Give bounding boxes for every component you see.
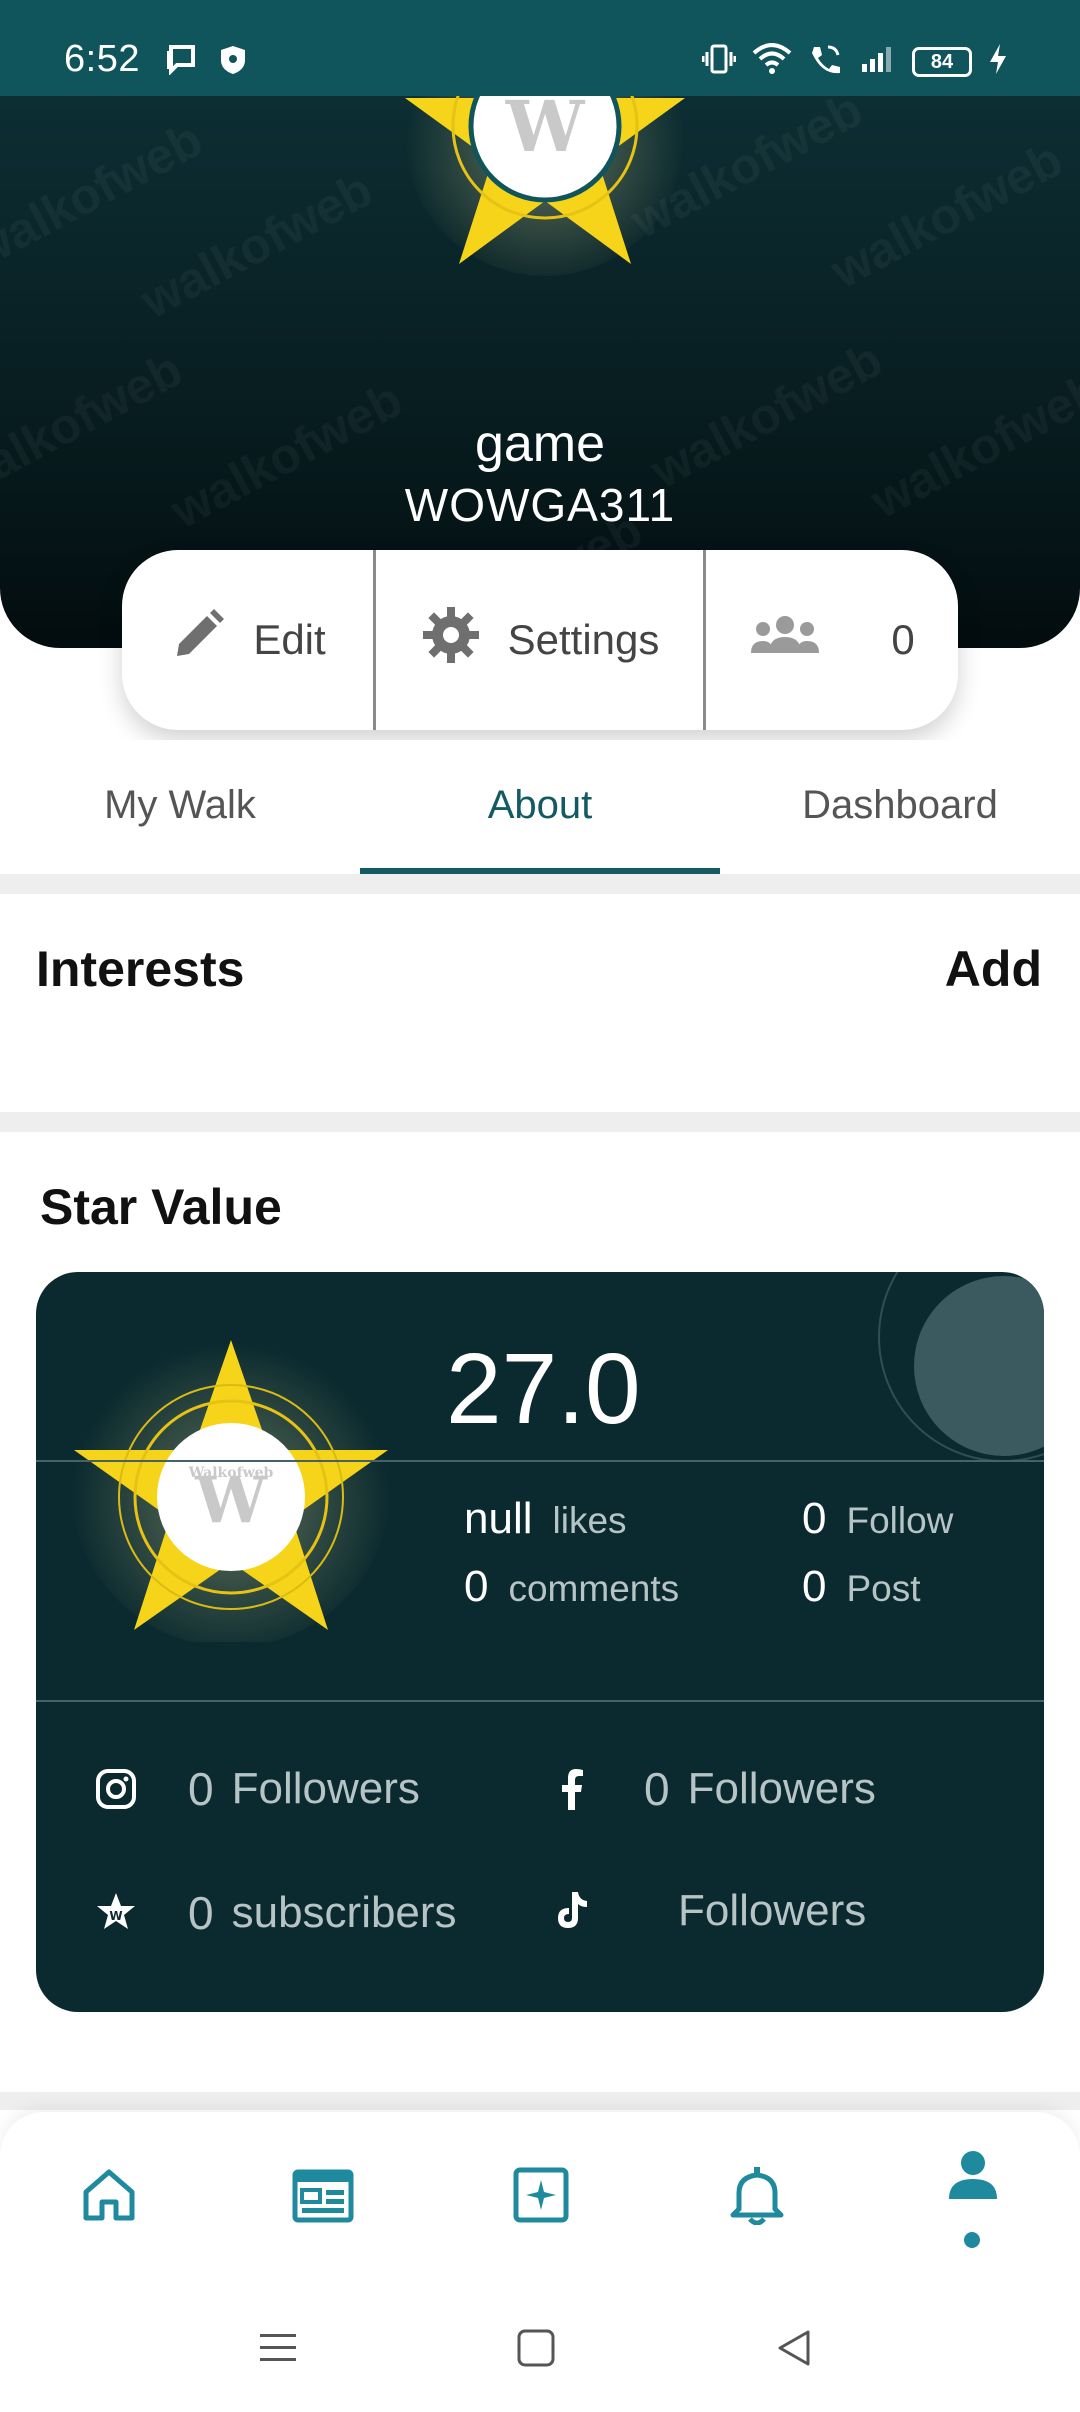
svg-text:W: W bbox=[505, 96, 586, 168]
divider bbox=[36, 1460, 1044, 1462]
recents-button[interactable] bbox=[248, 2320, 308, 2380]
post-stat: 0 Post bbox=[802, 1562, 921, 1612]
likes-value: null bbox=[464, 1494, 533, 1543]
home-button[interactable] bbox=[506, 2320, 566, 2380]
profile-star-badge: W bbox=[405, 96, 685, 276]
status-time: 6:52 bbox=[64, 38, 140, 80]
star-icon bbox=[512, 2166, 570, 2229]
nav-notifications[interactable] bbox=[722, 2162, 792, 2232]
message-icon bbox=[165, 45, 197, 80]
friends-button[interactable]: 0 bbox=[706, 550, 958, 730]
tab-about[interactable]: About bbox=[360, 740, 720, 874]
nav-profile[interactable] bbox=[938, 2142, 1008, 2212]
home-icon bbox=[80, 2166, 138, 2229]
follow-value: 0 bbox=[802, 1494, 827, 1543]
add-interest-button[interactable]: Add bbox=[945, 940, 1042, 998]
nav-feed[interactable] bbox=[288, 2162, 358, 2232]
facebook-label: Followers bbox=[687, 1764, 876, 1813]
profile-code: WOWGA311 bbox=[404, 479, 676, 531]
likes-label: likes bbox=[552, 1500, 627, 1541]
nav-star[interactable] bbox=[506, 2162, 576, 2232]
star-value-card: Walkofweb W 27.0 null likes 0 Follow 0 c… bbox=[36, 1272, 1044, 2012]
svg-text:W: W bbox=[194, 1463, 268, 1538]
instagram-stat: 0 Followers bbox=[94, 1762, 420, 1816]
facebook-value: 0 bbox=[644, 1763, 670, 1815]
watermark-text: walkofweb bbox=[131, 160, 382, 330]
status-right-icons: 84 bbox=[701, 42, 1008, 81]
status-bar: 6:52 84 bbox=[0, 0, 1080, 96]
star-value-title: Star Value bbox=[40, 1179, 282, 1235]
divider bbox=[0, 1112, 1080, 1132]
comments-stat: 0 comments bbox=[464, 1562, 679, 1612]
follow-label: Follow bbox=[846, 1500, 954, 1541]
star-value-number: 27.0 bbox=[446, 1333, 641, 1445]
nav-home[interactable] bbox=[74, 2162, 144, 2232]
tiktok-stat: Followers bbox=[550, 1886, 866, 1936]
wifi-call-icon bbox=[808, 43, 844, 80]
interests-title: Interests bbox=[36, 941, 245, 997]
facebook-stat: 0 Followers bbox=[550, 1762, 876, 1816]
follow-stat: 0 Follow bbox=[802, 1494, 953, 1544]
wifi-icon bbox=[752, 43, 792, 80]
watermark-text: walkofweb bbox=[821, 130, 1072, 300]
vibrate-icon bbox=[701, 44, 737, 79]
battery-indicator: 84 bbox=[912, 46, 972, 77]
menu-icon bbox=[258, 2330, 298, 2371]
status-left-icons bbox=[165, 44, 247, 81]
signal-icon bbox=[860, 44, 896, 79]
profile-name: game bbox=[474, 415, 606, 473]
divider bbox=[0, 2092, 1080, 2110]
instagram-label: Followers bbox=[231, 1764, 420, 1813]
post-value: 0 bbox=[802, 1562, 827, 1611]
settings-button[interactable]: Settings bbox=[376, 550, 706, 730]
pencil-icon bbox=[169, 606, 227, 674]
feed-icon bbox=[292, 2166, 354, 2229]
gear-icon bbox=[420, 604, 482, 676]
tab-dashboard[interactable]: Dashboard bbox=[720, 740, 1080, 874]
tab-my-walk[interactable]: My Walk bbox=[0, 740, 360, 874]
tiktok-icon bbox=[550, 1889, 594, 1933]
walkofweb-icon: W bbox=[94, 1891, 138, 1935]
walkofweb-value: 0 bbox=[188, 1887, 214, 1939]
settings-label: Settings bbox=[507, 616, 660, 663]
likes-stat: null likes bbox=[464, 1494, 627, 1544]
square-icon bbox=[516, 2328, 556, 2373]
bell-icon bbox=[729, 2165, 785, 2230]
comments-value: 0 bbox=[464, 1562, 489, 1611]
divider bbox=[36, 1700, 1044, 1702]
walkofweb-stat: W 0 subscribers bbox=[94, 1886, 457, 1940]
group-icon bbox=[749, 613, 821, 667]
instagram-value: 0 bbox=[188, 1763, 214, 1815]
instagram-icon bbox=[94, 1767, 138, 1811]
back-triangle-icon bbox=[774, 2328, 814, 2373]
bottom-navigation bbox=[0, 2112, 1080, 2280]
profile-tabs: My Walk About Dashboard bbox=[0, 740, 1080, 874]
tiktok-label: Followers bbox=[678, 1886, 867, 1935]
walkofweb-label: subscribers bbox=[231, 1888, 457, 1937]
active-nav-indicator bbox=[964, 2232, 980, 2248]
star-badge: Walkofweb W bbox=[71, 1327, 391, 1642]
system-navigation bbox=[0, 2280, 1080, 2412]
shield-icon bbox=[219, 44, 247, 81]
back-button[interactable] bbox=[764, 2320, 824, 2380]
edit-label: Edit bbox=[253, 616, 326, 663]
edit-button[interactable]: Edit bbox=[122, 550, 376, 730]
friends-count: 0 bbox=[891, 616, 915, 663]
charging-icon bbox=[988, 42, 1008, 81]
profile-icon bbox=[945, 2147, 1001, 2208]
post-label: Post bbox=[846, 1568, 921, 1609]
facebook-icon bbox=[550, 1767, 594, 1811]
comments-label: comments bbox=[508, 1568, 680, 1609]
profile-actions: Edit Settings 0 bbox=[122, 550, 958, 730]
divider bbox=[0, 874, 1080, 894]
svg-text:W: W bbox=[109, 1909, 122, 1923]
